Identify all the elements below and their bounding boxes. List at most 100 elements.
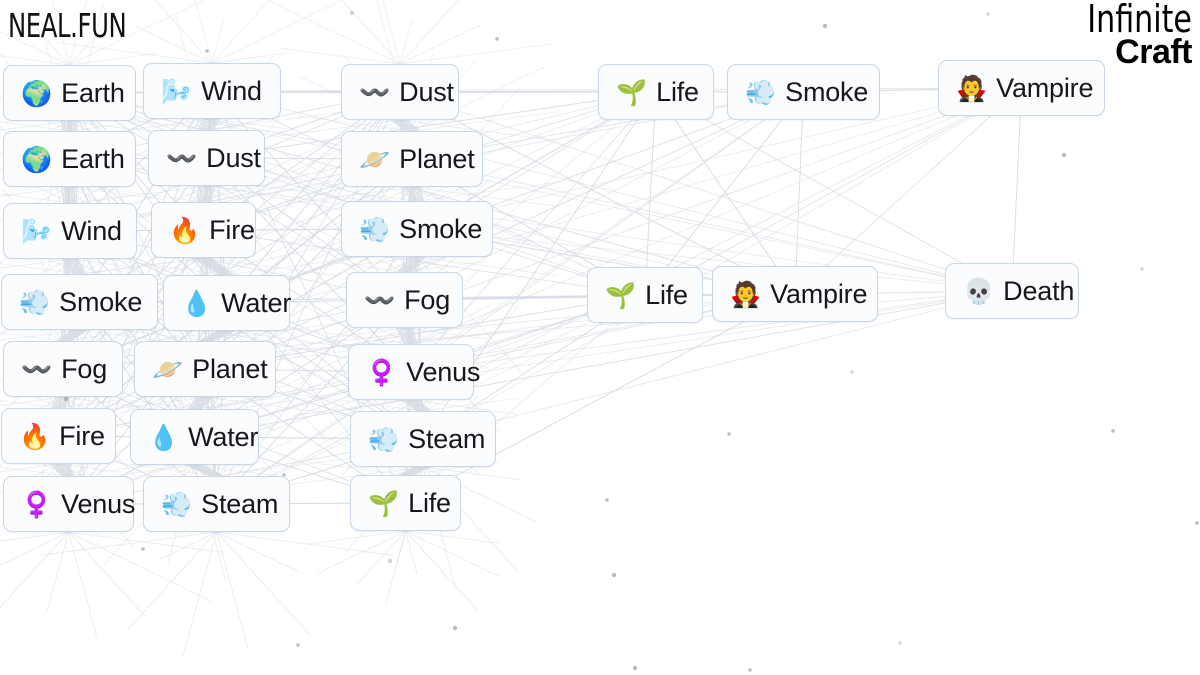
background-dot xyxy=(387,558,393,564)
connection-line xyxy=(66,329,85,342)
connection-line xyxy=(73,186,76,204)
connection-line xyxy=(69,92,80,303)
element-card-life-1[interactable]: 🌱 Life xyxy=(350,475,461,531)
element-card-life-2[interactable]: 🌱 Life xyxy=(598,64,714,120)
connection-line xyxy=(206,157,796,295)
element-card-vampire-2[interactable]: 🧛 Vampire xyxy=(938,60,1105,116)
element-card-venus-2[interactable]: ♀️ Venus xyxy=(348,344,480,400)
element-card-label: Fog xyxy=(61,353,108,384)
connection-line xyxy=(399,119,413,132)
connection-line xyxy=(199,118,206,131)
background-dot xyxy=(141,547,145,551)
background-dot xyxy=(632,665,638,671)
connection-line xyxy=(399,24,482,65)
connection-line xyxy=(203,118,211,131)
element-card-smoke-1[interactable]: 💨 Smoke xyxy=(1,274,158,330)
connection-line xyxy=(68,531,212,602)
connection-line xyxy=(52,463,66,477)
element-card-dust-2[interactable]: 〰️ Dust xyxy=(341,64,459,120)
connection-line xyxy=(62,157,207,370)
connection-line xyxy=(194,464,217,477)
element-card-label: Vampire xyxy=(996,72,1094,103)
element-card-steam-1[interactable]: 💨 Steam xyxy=(143,476,290,532)
connection-line xyxy=(211,90,646,296)
connection-line xyxy=(324,327,405,340)
connection-line xyxy=(58,230,71,437)
element-card-wind-2[interactable]: 🌬️ Wind xyxy=(3,203,137,259)
connection-line xyxy=(399,91,1013,292)
connection-line xyxy=(182,531,217,656)
element-card-earth-2[interactable]: 🌍 Earth xyxy=(3,131,136,187)
connection-line xyxy=(408,327,416,345)
connection-line xyxy=(0,531,69,566)
element-card-fire-2[interactable]: 🔥 Fire xyxy=(1,408,116,464)
connection-line xyxy=(403,466,421,476)
connection-line xyxy=(413,186,420,202)
connection-line xyxy=(202,185,208,203)
connection-line xyxy=(204,91,804,370)
element-card-venus-1[interactable]: ♀️ Venus xyxy=(3,476,135,532)
element-card-wind-1[interactable]: 🌬️ Wind xyxy=(143,63,281,119)
background-dot xyxy=(986,12,990,16)
element-card-smoke-3[interactable]: 💨 Smoke xyxy=(727,64,880,120)
connection-line xyxy=(69,92,646,296)
connection-line xyxy=(399,0,459,65)
neal-fun-logo[interactable]: NEAL.FUN xyxy=(8,6,127,45)
element-card-planet-2[interactable]: 🪐 Planet xyxy=(341,131,483,187)
element-card-earth-1[interactable]: 🌍 Earth xyxy=(3,65,136,121)
connection-line xyxy=(404,119,417,132)
connection-line xyxy=(293,327,412,345)
element-card-dust-1[interactable]: 〰️ Dust xyxy=(148,130,265,186)
connection-line xyxy=(209,118,218,131)
connection-line xyxy=(208,330,232,342)
element-card-fog-2[interactable]: 〰️ Fog xyxy=(346,272,463,328)
background-dot xyxy=(63,396,69,402)
connection-line xyxy=(200,185,205,203)
connection-line xyxy=(406,119,419,132)
connection-line xyxy=(405,530,501,578)
ringed-planet-icon: 🪐 xyxy=(152,354,184,384)
connection-line xyxy=(203,183,340,203)
connection-line xyxy=(61,258,75,275)
connection-line xyxy=(211,90,804,93)
connection-line xyxy=(187,396,199,410)
connection-line xyxy=(69,92,796,295)
element-card-life-3[interactable]: 🌱 Life xyxy=(587,267,703,323)
connection-line xyxy=(211,90,405,301)
connection-line xyxy=(216,531,303,574)
title-line-infinite: Infinite xyxy=(1087,0,1192,41)
element-card-water-1[interactable]: 💧 Water xyxy=(163,275,291,331)
element-card-smoke-2[interactable]: 💨 Smoke xyxy=(341,201,493,257)
connection-line xyxy=(416,186,422,202)
infinite-craft-board[interactable]: NEAL.FUN Infinite Craft 🌍 Earth 🌬️ Wind 🌍 Ear… xyxy=(0,0,1200,675)
connection-line xyxy=(399,91,796,295)
connection-line xyxy=(198,185,203,203)
connection-line xyxy=(206,330,230,342)
element-card-planet-1[interactable]: 🪐 Planet xyxy=(134,341,276,397)
connection-line xyxy=(402,119,415,132)
connection-line xyxy=(297,186,413,203)
element-card-steam-2[interactable]: 💨 Steam xyxy=(350,411,496,467)
connection-line xyxy=(194,464,274,476)
element-card-label: Life xyxy=(656,76,699,107)
connection-line xyxy=(72,120,76,132)
connection-line xyxy=(57,396,64,409)
connection-line xyxy=(189,396,201,410)
connection-line xyxy=(0,399,59,409)
droplet-icon: 💧 xyxy=(181,288,213,318)
connection-line xyxy=(60,329,78,342)
element-card-vampire-1[interactable]: 🧛 Vampire xyxy=(712,266,878,322)
element-card-fire-1[interactable]: 🔥 Fire xyxy=(151,202,256,258)
connection-line xyxy=(392,119,407,132)
element-card-water-2[interactable]: 💧 Water xyxy=(130,409,259,465)
element-card-death-1[interactable]: 💀 Death xyxy=(945,263,1079,319)
connection-line xyxy=(186,464,211,477)
connection-line xyxy=(50,463,64,477)
connection-line xyxy=(403,256,418,273)
element-card-label: Steam xyxy=(408,423,486,454)
background-dot xyxy=(349,10,355,16)
connection-line xyxy=(66,120,69,132)
element-card-fog-1[interactable]: 〰️ Fog xyxy=(3,341,123,397)
title-line-craft: Craft xyxy=(1115,32,1192,71)
connection-line xyxy=(55,463,68,477)
